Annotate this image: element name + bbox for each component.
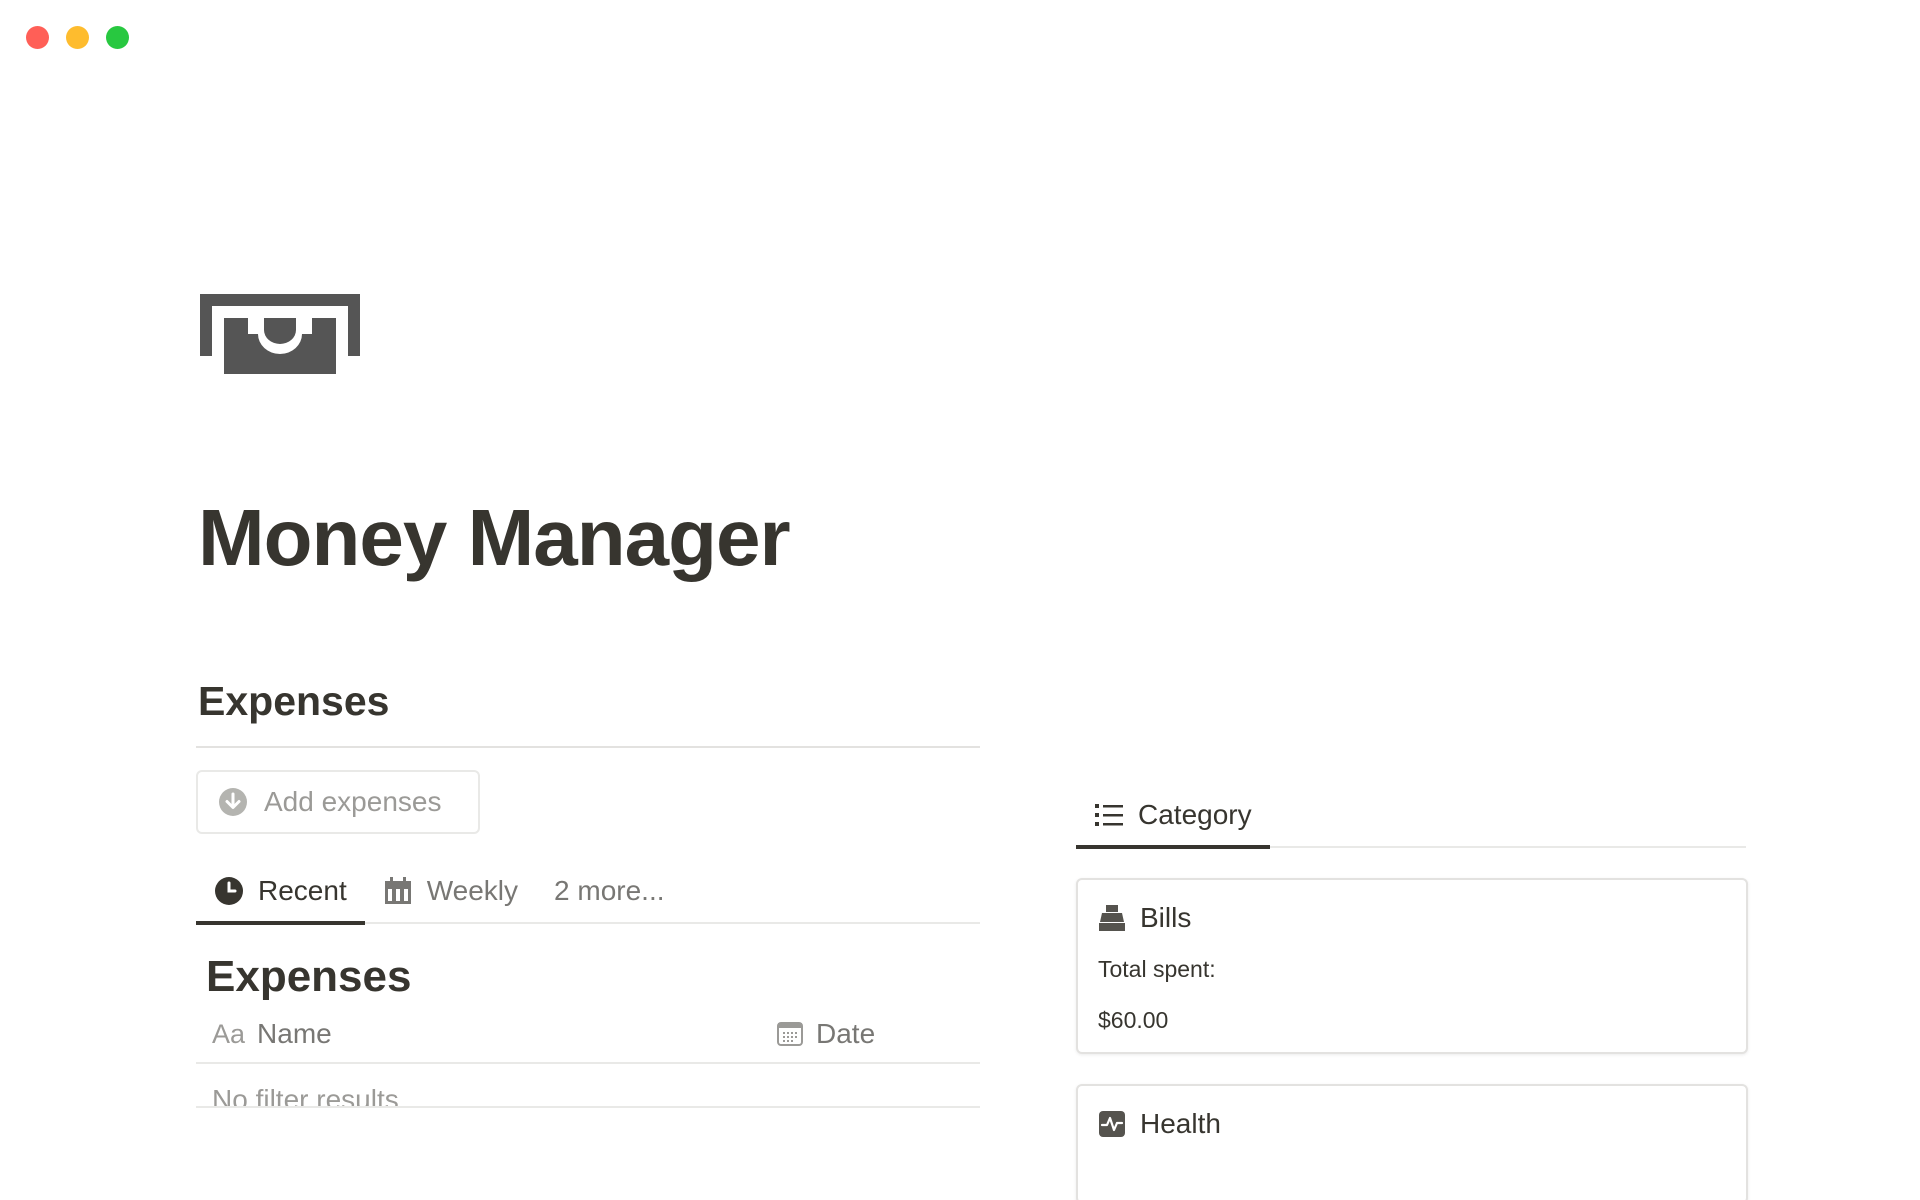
tab-recent[interactable]: Recent xyxy=(196,860,365,925)
tab-more[interactable]: 2 more... xyxy=(536,860,682,922)
category-section: Category Bills Total spent: $60.00 Healt… xyxy=(1076,784,1748,1200)
section-heading: Expenses xyxy=(198,678,390,724)
card-label: Total spent: xyxy=(1098,956,1216,982)
empty-state-message: No filter results. xyxy=(196,1064,980,1108)
category-card-health[interactable]: Health xyxy=(1076,1084,1748,1200)
page-title: Money Manager xyxy=(198,493,791,582)
tab-label: Weekly xyxy=(426,875,519,906)
card-title-text: Bills xyxy=(1140,902,1192,933)
tab-label: Recent xyxy=(258,875,347,906)
column-header-date[interactable]: Date xyxy=(776,1018,875,1050)
column-label: Date xyxy=(816,1018,876,1049)
tab-category[interactable]: Category xyxy=(1076,784,1270,849)
page: Money Manager Expenses Add expenses Rece… xyxy=(0,0,1920,1200)
add-expenses-button[interactable]: Add expenses xyxy=(196,770,480,834)
window-controls xyxy=(26,26,129,49)
view-tabs: Recent Weekly 2 more... xyxy=(196,860,980,925)
tab-weekly[interactable]: Weekly xyxy=(365,860,536,922)
list-icon xyxy=(1094,800,1124,830)
expenses-section: Expenses Add expenses Recent Weekly 2 mo… xyxy=(196,676,980,1108)
text-property-icon: Aa xyxy=(212,1018,246,1049)
calendar-icon xyxy=(383,876,413,906)
calendar-icon xyxy=(776,1020,804,1048)
divider xyxy=(196,746,980,748)
table-header: Aa Name Date xyxy=(196,1006,980,1064)
zoom-window-button[interactable] xyxy=(106,26,129,49)
column-label: Name xyxy=(257,1018,332,1049)
bills-icon xyxy=(1098,904,1126,932)
card-title: Health xyxy=(1098,1104,1726,1144)
money-bill-icon[interactable] xyxy=(200,294,360,376)
column-header-name[interactable]: Aa Name xyxy=(196,1018,776,1050)
card-value: $60.00 xyxy=(1098,1007,1169,1033)
close-window-button[interactable] xyxy=(26,26,49,49)
card-title-text: Health xyxy=(1140,1108,1221,1139)
category-tabs: Category xyxy=(1076,784,1746,849)
minimize-window-button[interactable] xyxy=(66,26,89,49)
tab-label: 2 more... xyxy=(554,875,665,906)
add-expenses-label: Add expenses xyxy=(264,786,442,817)
database-title[interactable]: Expenses xyxy=(196,952,980,1002)
card-title: Bills xyxy=(1098,898,1726,938)
category-card-bills[interactable]: Bills Total spent: $60.00 xyxy=(1076,878,1748,1054)
pulse-icon xyxy=(1098,1110,1126,1138)
tab-label: Category xyxy=(1138,799,1252,830)
clock-icon xyxy=(214,876,244,906)
arrow-down-circle-icon xyxy=(218,787,248,817)
